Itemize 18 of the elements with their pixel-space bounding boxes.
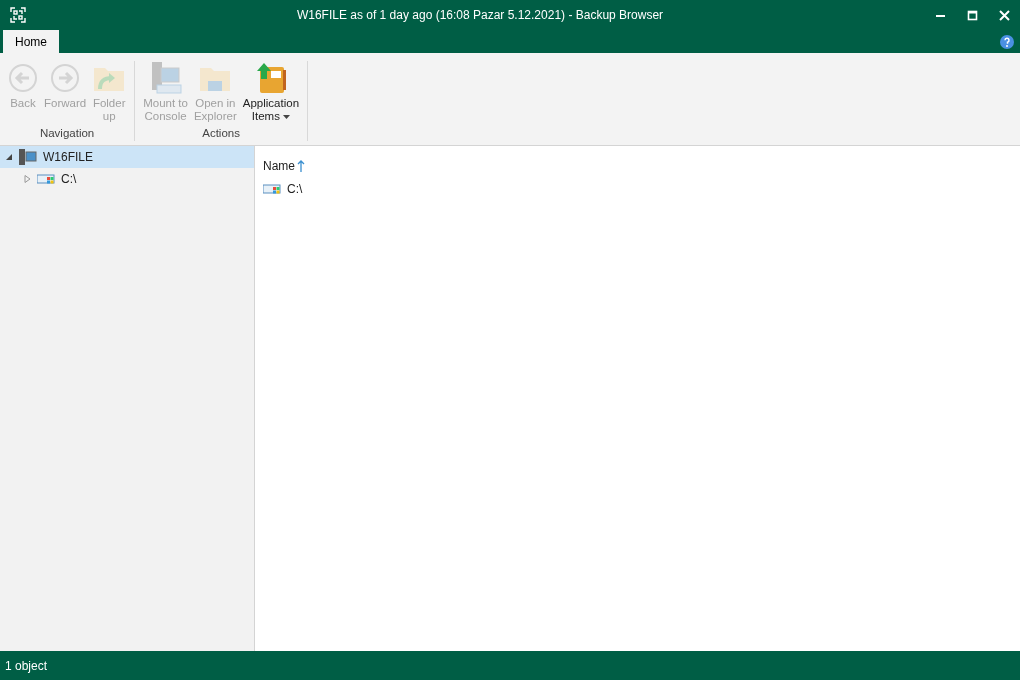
expanded-arrow-icon[interactable] (6, 153, 13, 161)
drive-icon (37, 173, 55, 185)
drive-icon (263, 183, 281, 195)
help-icon[interactable] (1000, 35, 1014, 49)
server-icon (19, 149, 37, 165)
window-title: W16FILE as of 1 day ago (16:08 Pazar 5.12.2021) - Backup Browser (295, 8, 665, 22)
group-label: Navigation (39, 127, 95, 141)
close-icon (998, 9, 1010, 21)
tree-item[interactable]: C:\ (0, 168, 254, 190)
tab[interactable]: Home (3, 30, 59, 53)
tree-item[interactable]: W16FILE (0, 146, 254, 168)
app-logo-icon (10, 7, 26, 23)
column-header[interactable]: Name (263, 158, 1012, 174)
list-item[interactable]: C:\ (263, 180, 1012, 198)
status-bar: 1 object (0, 651, 1020, 680)
ribbon-button[interactable]: Application Items (240, 61, 302, 127)
maximize-icon (966, 9, 978, 21)
group-label: Actions (202, 127, 240, 141)
